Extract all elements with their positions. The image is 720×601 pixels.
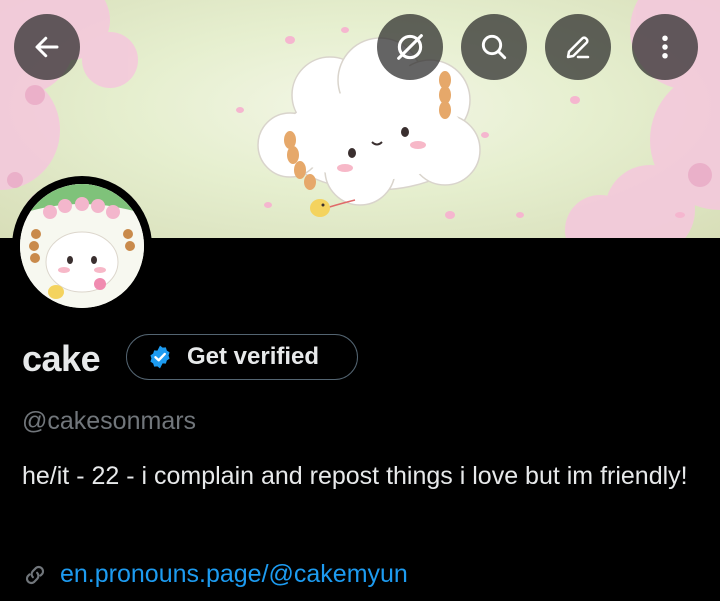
username-handle: @cakesonmars xyxy=(22,407,197,435)
more-vertical-icon xyxy=(662,35,668,59)
profile-link-row[interactable]: en.pronouns.page/@cakemyun xyxy=(22,560,408,589)
profile-bio: he/it - 22 - i complain and repost thing… xyxy=(22,462,688,490)
arrow-left-icon xyxy=(35,36,59,58)
back-button[interactable] xyxy=(14,14,80,80)
avatar-image xyxy=(20,184,144,308)
search-icon xyxy=(481,34,507,60)
verified-badge-icon xyxy=(150,345,170,369)
get-verified-button[interactable]: Get verified xyxy=(126,334,358,380)
avatar[interactable] xyxy=(12,176,152,316)
mute-notifications-button[interactable] xyxy=(377,14,443,80)
edit-profile-button[interactable] xyxy=(545,14,611,80)
more-options-button[interactable] xyxy=(632,14,698,80)
get-verified-label: Get verified xyxy=(187,343,320,370)
pencil-icon xyxy=(566,36,590,59)
search-button[interactable] xyxy=(461,14,527,80)
display-name: cake xyxy=(22,338,101,379)
notifications-off-icon xyxy=(397,34,423,60)
link-icon xyxy=(25,565,45,584)
profile-link[interactable]: en.pronouns.page/@cakemyun xyxy=(60,560,408,589)
